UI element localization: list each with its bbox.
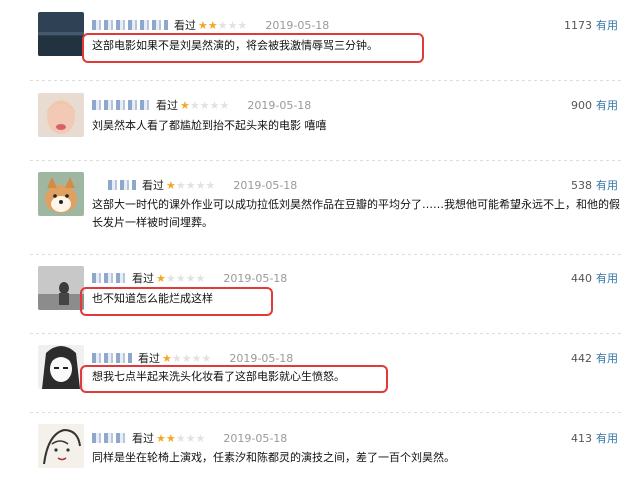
- star-icon: ★: [185, 431, 196, 445]
- star-icon: ★: [180, 98, 190, 112]
- star-icon: ★: [175, 271, 186, 285]
- avatar[interactable]: [38, 345, 84, 389]
- star-icon: ★: [219, 98, 230, 112]
- rating-stars: ★ ★ ★ ★ ★: [156, 433, 205, 444]
- avatar[interactable]: [38, 424, 84, 468]
- review-time: 2019-05-18: [223, 271, 288, 285]
- divider: [30, 412, 624, 413]
- star-icon: ★: [165, 271, 176, 285]
- star-icon: ★: [189, 98, 200, 112]
- star-icon: ★: [171, 351, 182, 365]
- divider: [30, 254, 624, 255]
- avatar[interactable]: [38, 93, 84, 137]
- rating-stars: ★ ★ ★ ★ ★: [162, 353, 211, 364]
- star-icon: ★: [237, 18, 248, 32]
- status-label: 看过: [142, 179, 164, 192]
- star-icon: ★: [162, 351, 172, 365]
- vote-count: 900: [571, 99, 592, 112]
- vote-count: 538: [571, 179, 592, 192]
- review-time: 2019-05-18: [247, 98, 312, 112]
- vote-count: 413: [571, 432, 592, 445]
- review-content: 也不知道怎么能烂成这样: [92, 292, 213, 305]
- star-icon: ★: [207, 18, 218, 32]
- useful-button[interactable]: 有用: [596, 19, 618, 32]
- username-blurred[interactable]: [108, 180, 136, 190]
- star-icon: ★: [227, 18, 238, 32]
- status-label: 看过: [174, 19, 196, 32]
- star-icon: ★: [185, 271, 196, 285]
- useful-button[interactable]: 有用: [596, 179, 618, 192]
- divider: [30, 333, 624, 334]
- rating-stars: ★ ★ ★ ★ ★: [198, 20, 247, 31]
- review-content: 这部电影如果不是刘昊然演的，将会被我激情辱骂三分钟。: [92, 39, 378, 52]
- useful-button[interactable]: 有用: [596, 352, 618, 365]
- useful-button[interactable]: 有用: [596, 432, 618, 445]
- review-content: 刘昊然本人看了都尴尬到抬不起头来的电影 嘻嘻: [92, 119, 327, 132]
- status-label: 看过: [156, 99, 178, 112]
- star-icon: ★: [185, 178, 196, 192]
- star-icon: ★: [195, 271, 206, 285]
- star-icon: ★: [156, 271, 166, 285]
- star-icon: ★: [217, 18, 228, 32]
- username-blurred[interactable]: [92, 433, 126, 443]
- vote-count: 440: [571, 272, 592, 285]
- review-content: 这部大一时代的课外作业可以成功拉低刘昊然作品在豆瓣的平均分了……我想他可能希望永…: [92, 198, 620, 229]
- username-blurred[interactable]: [92, 100, 150, 110]
- status-label: 看过: [132, 272, 154, 285]
- star-icon: ★: [175, 431, 186, 445]
- vote-count: 1173: [564, 19, 592, 32]
- star-icon: ★: [199, 98, 210, 112]
- star-icon: ★: [166, 178, 176, 192]
- avatar[interactable]: [38, 266, 84, 310]
- star-icon: ★: [175, 178, 186, 192]
- star-icon: ★: [165, 431, 176, 445]
- review-time: 2019-05-18: [223, 431, 288, 445]
- review-content: 想我七点半起来洗头化妆看了这部电影就心生愤怒。: [92, 370, 345, 383]
- review-content: 同样是坐在轮椅上演戏，任素汐和陈都灵的演技之间，差了一百个刘昊然。: [92, 451, 455, 464]
- star-icon: ★: [201, 351, 212, 365]
- vote-count: 442: [571, 352, 592, 365]
- username-blurred[interactable]: [92, 273, 126, 283]
- star-icon: ★: [191, 351, 202, 365]
- status-label: 看过: [132, 432, 154, 445]
- divider: [30, 160, 624, 161]
- review-time: 2019-05-18: [233, 178, 298, 192]
- star-icon: ★: [209, 98, 220, 112]
- rating-stars: ★ ★ ★ ★ ★: [180, 100, 229, 111]
- star-icon: ★: [195, 431, 206, 445]
- divider: [30, 80, 624, 81]
- useful-button[interactable]: 有用: [596, 272, 618, 285]
- star-icon: ★: [156, 431, 166, 445]
- star-icon: ★: [198, 18, 208, 32]
- username-blurred[interactable]: [92, 353, 132, 363]
- review-time: 2019-05-18: [229, 351, 294, 365]
- star-icon: ★: [195, 178, 206, 192]
- rating-stars: ★ ★ ★ ★ ★: [166, 180, 215, 191]
- rating-stars: ★ ★ ★ ★ ★: [156, 273, 205, 284]
- useful-button[interactable]: 有用: [596, 99, 618, 112]
- username-blurred[interactable]: [92, 20, 168, 30]
- star-icon: ★: [205, 178, 216, 192]
- avatar[interactable]: [38, 12, 84, 56]
- status-label: 看过: [138, 352, 160, 365]
- star-icon: ★: [181, 351, 192, 365]
- avatar[interactable]: [38, 172, 84, 216]
- review-time: 2019-05-18: [265, 18, 330, 32]
